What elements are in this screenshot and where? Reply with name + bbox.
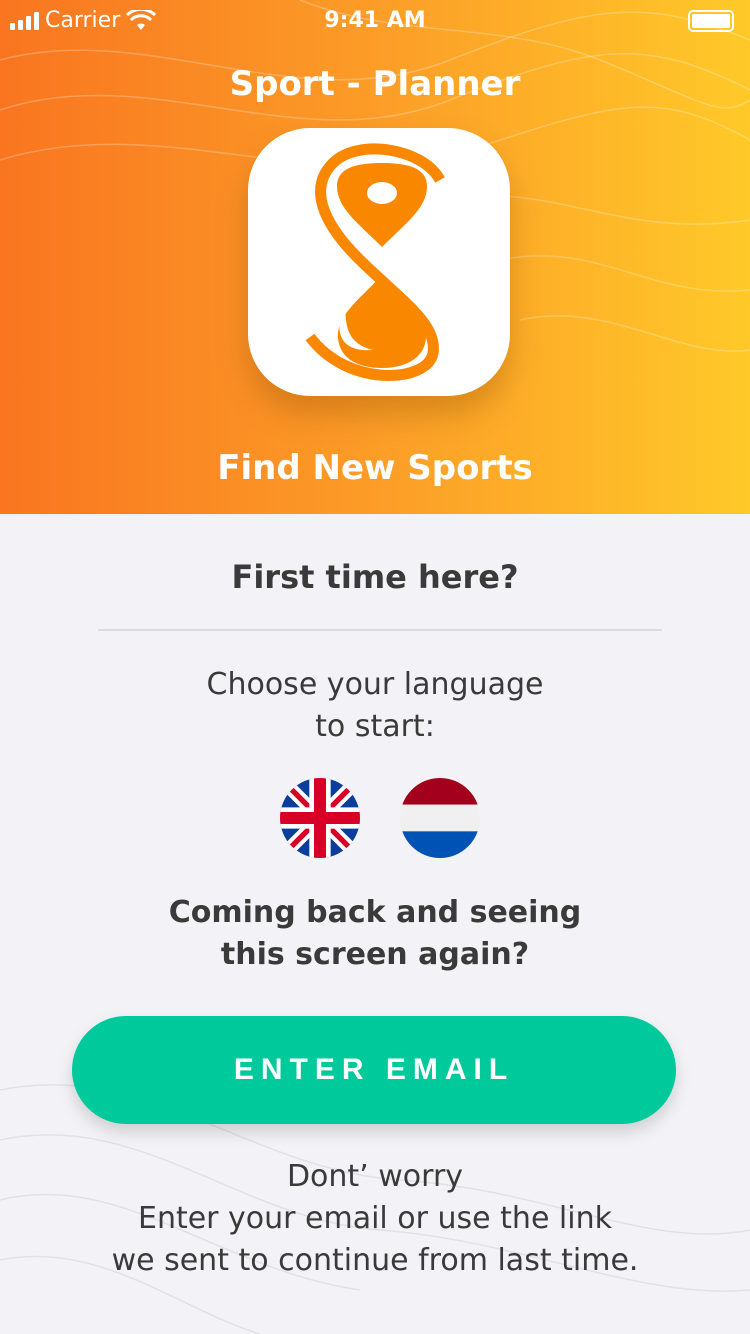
returning-heading: Coming back and seeing this screen again… (0, 892, 750, 976)
clock: 9:41 AM (324, 8, 426, 33)
choose-language-text: Choose your language to start: (0, 664, 750, 748)
first-time-heading: First time here? (231, 558, 519, 596)
language-english-button[interactable] (280, 778, 360, 858)
battery-icon (688, 10, 734, 32)
choose-line-1: Choose your language (206, 667, 544, 702)
app-logo (248, 128, 510, 396)
netherlands-flag-icon (400, 778, 480, 858)
returning-line-1: Coming back and seeing (168, 895, 582, 930)
uk-flag-icon (280, 778, 360, 858)
info-line-2: Enter your email or use the link (137, 1201, 612, 1236)
enter-email-button[interactable]: ENTER EMAIL (72, 1016, 676, 1124)
info-line-1: Dont’ worry (286, 1159, 464, 1194)
info-line-3: we sent to continue from last time. (111, 1243, 639, 1278)
status-bar: Carrier 9:41 AM (0, 0, 750, 40)
choose-line-2: to start: (315, 709, 435, 744)
language-dutch-button[interactable] (400, 778, 480, 858)
divider (98, 629, 662, 631)
info-text: Dont’ worry Enter your email or use the … (0, 1156, 750, 1282)
returning-line-2: this screen again? (220, 937, 530, 972)
sport-planner-logo-icon (305, 143, 445, 381)
tagline: Find New Sports (217, 448, 533, 488)
app-title: Sport - Planner (229, 64, 521, 104)
header-banner: Carrier 9:41 AM Sport - Planner Find New… (0, 0, 750, 514)
